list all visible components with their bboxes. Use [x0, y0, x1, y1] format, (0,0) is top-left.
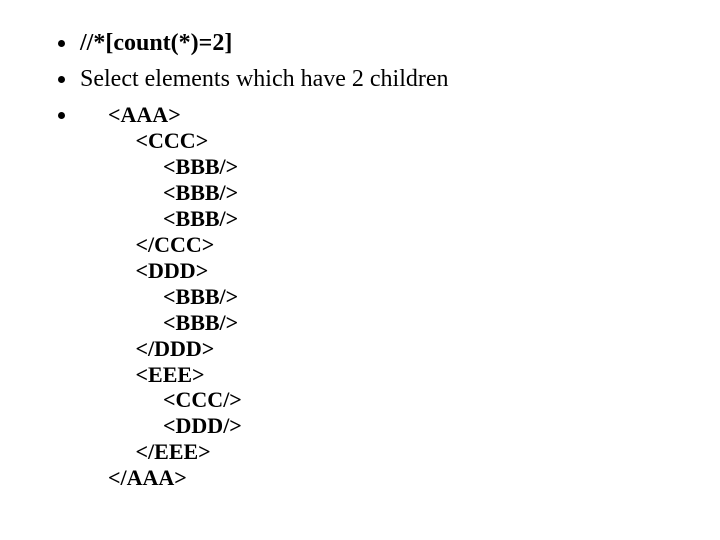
- xml-code-block: <AAA> <CCC> <BBB/> <BBB/> <BBB/> </CCC> …: [108, 102, 700, 491]
- bullet-item-description: Select elements which have 2 children: [78, 64, 700, 94]
- bullet-text-xpath: //*[count(*)=2]: [80, 30, 232, 56]
- bullet-text-description: Select elements which have 2 children: [80, 66, 449, 92]
- bullet-item-xpath: //*[count(*)=2]: [78, 28, 700, 58]
- slide: //*[count(*)=2] Select elements which ha…: [0, 0, 720, 517]
- bullet-item-code: <AAA> <CCC> <BBB/> <BBB/> <BBB/> </CCC> …: [78, 100, 700, 491]
- bullet-list: //*[count(*)=2] Select elements which ha…: [20, 28, 700, 491]
